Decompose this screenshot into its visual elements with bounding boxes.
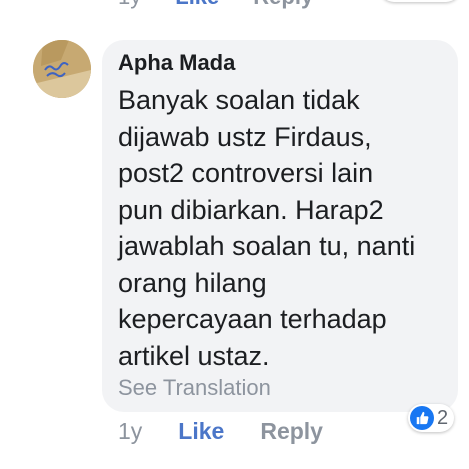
comment-author[interactable]: Apha Mada xyxy=(118,50,235,76)
comment-text: Banyak soalan tidak dijawab ustz Firdaus… xyxy=(118,85,416,371)
comment-thread: 1y Like Reply Apha Mada Banyak soalan ti… xyxy=(0,0,469,469)
like-button[interactable]: Like xyxy=(178,418,224,445)
previous-comment-reaction-pill[interactable] xyxy=(380,0,460,2)
see-translation-link[interactable]: See Translation xyxy=(118,375,271,401)
reply-button[interactable]: Reply xyxy=(260,418,323,445)
like-icon xyxy=(410,406,434,430)
avatar[interactable] xyxy=(33,40,91,98)
comment-actions: 1y Like Reply xyxy=(118,418,323,445)
reaction-count: 2 xyxy=(437,406,449,429)
previous-comment-actions: 1y Like Reply xyxy=(118,0,313,9)
reaction-summary[interactable]: 2 xyxy=(408,404,455,432)
previous-comment-like-button[interactable]: Like xyxy=(175,0,219,9)
previous-comment-reply-button[interactable]: Reply xyxy=(253,0,313,9)
previous-comment-time: 1y xyxy=(118,0,141,9)
comment-time[interactable]: 1y xyxy=(118,418,142,445)
avatar-image xyxy=(33,40,91,98)
